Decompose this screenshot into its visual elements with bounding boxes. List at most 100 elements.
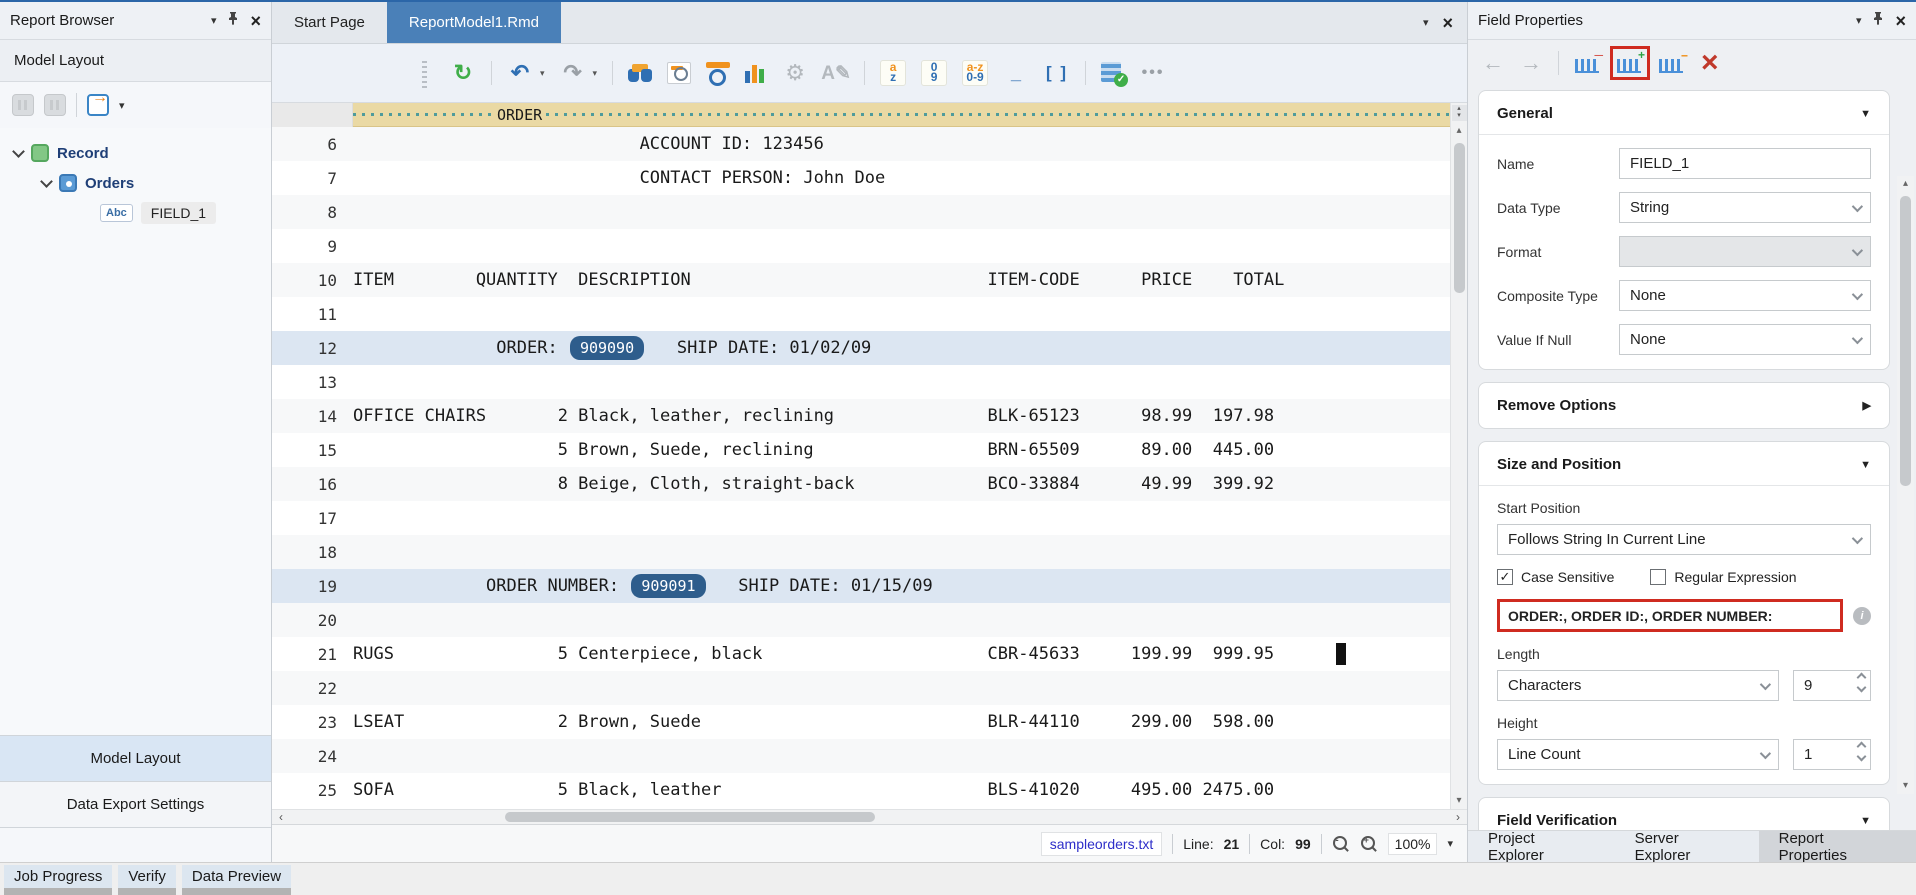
undo-icon[interactable]: ↶	[507, 60, 533, 86]
report-line[interactable]: 15 5 Brown, Suede, reclining BRN-65509 8…	[272, 433, 1450, 467]
tree-item-field1[interactable]: Abc FIELD_1	[14, 198, 271, 228]
field-verification-section[interactable]: Field Verification ▼	[1478, 797, 1890, 830]
report-line[interactable]: 18	[272, 535, 1450, 569]
report-line[interactable]: 21RUGS 5 Centerpiece, black CBR-45633 19…	[272, 637, 1450, 671]
captured-field-highlight[interactable]: 909091	[631, 574, 705, 598]
properties-scrollbar[interactable]: ▴ ▾	[1897, 176, 1914, 794]
case-sensitive-checkbox[interactable]: ✓Case Sensitive	[1497, 569, 1614, 585]
captured-field-highlight[interactable]: 909090	[570, 336, 644, 360]
report-line[interactable]: 11	[272, 297, 1450, 331]
tab-report-properties[interactable]: Report Properties	[1759, 831, 1916, 862]
report-line[interactable]: 25SOFA 5 Black, leather BLS-41020 495.00…	[272, 773, 1450, 807]
next-field-icon[interactable]: →	[1520, 50, 1542, 76]
scroll-up-icon[interactable]: ▴	[1903, 176, 1908, 192]
name-input[interactable]: FIELD_1	[1619, 148, 1871, 179]
record-label[interactable]: Record	[57, 145, 109, 162]
redo-icon[interactable]: ↷	[560, 60, 586, 86]
value-if-null-select[interactable]: None	[1619, 324, 1871, 355]
nav-data-export-button[interactable]: Data Export Settings	[0, 782, 271, 828]
delete-field-icon[interactable]: ×	[1701, 48, 1719, 78]
scroll-up-icon[interactable]: ▴	[1456, 123, 1461, 139]
zoom-in-icon[interactable]: +	[1360, 835, 1378, 853]
height-unit-select[interactable]: Line Count	[1497, 739, 1779, 770]
scroll-thumb[interactable]	[1454, 143, 1465, 293]
report-line[interactable]: 23LSEAT 2 Brown, Suede BLR-44110 299.00 …	[272, 705, 1450, 739]
more-options-icon[interactable]: •••	[1140, 60, 1166, 86]
pin-icon[interactable]	[1873, 12, 1883, 30]
tab-data-preview[interactable]: Data Preview	[182, 865, 291, 895]
report-line[interactable]: 7 CONTACT PERSON: John Doe	[272, 161, 1450, 195]
export-caret-icon[interactable]: ▾	[119, 99, 125, 112]
tab-job-progress[interactable]: Job Progress	[4, 865, 112, 895]
report-line[interactable]: 6 ACCOUNT ID: 123456	[272, 127, 1450, 161]
chevron-down-icon[interactable]	[40, 175, 53, 188]
preceding-strings-input[interactable]: ORDER:, ORDER ID:, ORDER NUMBER:	[1497, 599, 1843, 632]
scroll-thumb[interactable]	[1900, 196, 1911, 486]
refresh-icon[interactable]: ↻	[450, 60, 476, 86]
chart-icon[interactable]	[745, 63, 767, 83]
report-search-icon[interactable]	[706, 62, 730, 84]
add-template-icon[interactable]	[12, 94, 34, 116]
report-line[interactable]: 16 8 Beige, Cloth, straight-back BCO-338…	[272, 467, 1450, 501]
report-line[interactable]: 12 ORDER: 909090 SHIP DATE: 01/02/09	[272, 331, 1450, 365]
add-field-icon[interactable]: +	[1617, 53, 1643, 73]
sort-az-icon[interactable]: az	[880, 60, 906, 86]
report-line[interactable]: 9	[272, 229, 1450, 263]
scroll-down-icon[interactable]: ▾	[1903, 778, 1908, 794]
spin-down-icon[interactable]	[1857, 752, 1867, 762]
redo-caret-icon[interactable]: ▾	[593, 68, 598, 79]
document-close-icon[interactable]: ×	[1442, 14, 1453, 32]
close-icon[interactable]: ×	[1895, 12, 1906, 30]
zoom-level[interactable]: 100%	[1388, 833, 1438, 855]
collapse-section-icon[interactable]: ▼	[1860, 108, 1871, 120]
tree-item-record[interactable]: Record	[14, 138, 271, 168]
report-line[interactable]: 14OFFICE CHAIRS 2 Black, leather, reclin…	[272, 399, 1450, 433]
tab-project-explorer[interactable]: Project Explorer	[1468, 831, 1615, 862]
toolbar-drag-handle[interactable]	[422, 58, 427, 88]
template-grid-icon[interactable]	[44, 94, 66, 116]
zoom-out-icon[interactable]: -	[1332, 835, 1350, 853]
verify-table-icon[interactable]	[1101, 62, 1125, 84]
source-file-link[interactable]: sampleorders.txt	[1041, 832, 1162, 856]
export-icon[interactable]	[87, 94, 109, 116]
sort-09-icon[interactable]: 09	[921, 60, 947, 86]
horizontal-scrollbar[interactable]: ‹ ›	[272, 809, 1467, 824]
report-line[interactable]: 10ITEM QUANTITY DESCRIPTION ITEM-CODE PR…	[272, 263, 1450, 297]
report-line[interactable]: 13	[272, 365, 1450, 399]
panel-menu-caret-icon[interactable]: ▾	[1856, 14, 1862, 27]
field-properties-icon[interactable]	[667, 62, 691, 84]
info-icon[interactable]: i	[1853, 607, 1871, 625]
report-line[interactable]: 19 ORDER NUMBER: 909091 SHIP DATE: 01/15…	[272, 569, 1450, 603]
find-icon[interactable]	[628, 64, 652, 82]
undo-caret-icon[interactable]: ▾	[540, 68, 545, 79]
regular-expression-checkbox[interactable]: Regular Expression	[1650, 569, 1796, 585]
tab-verify[interactable]: Verify	[118, 865, 176, 895]
report-line[interactable]: 8	[272, 195, 1450, 229]
height-value-stepper[interactable]: 1	[1793, 739, 1871, 770]
vertical-scrollbar[interactable]: ▴ ▾	[1450, 103, 1467, 809]
field1-label[interactable]: FIELD_1	[141, 202, 216, 224]
report-line[interactable]: 20	[272, 603, 1450, 637]
zoom-caret-icon[interactable]: ▾	[1447, 837, 1453, 850]
report-line[interactable]: 24	[272, 739, 1450, 773]
orders-label[interactable]: Orders	[85, 175, 134, 192]
remove-field-icon[interactable]: ─	[1575, 53, 1601, 73]
tab-server-explorer[interactable]: Server Explorer	[1615, 831, 1759, 862]
edit-field-icon[interactable]: --	[1659, 53, 1685, 73]
collapse-section-icon[interactable]: ▼	[1860, 815, 1871, 827]
panel-menu-caret-icon[interactable]: ▾	[211, 14, 217, 27]
tab-reportmodel1[interactable]: ReportModel1.Rmd	[387, 2, 561, 43]
sort-alphanumeric-icon[interactable]: a-z0-9	[962, 60, 988, 86]
collapse-section-icon[interactable]: ▼	[1860, 459, 1871, 471]
spin-down-icon[interactable]	[1857, 683, 1867, 693]
tree-item-orders[interactable]: Orders	[14, 168, 271, 198]
close-icon[interactable]: ×	[250, 12, 261, 30]
previous-field-icon[interactable]: ←	[1482, 50, 1504, 76]
report-line[interactable]: 17	[272, 501, 1450, 535]
expand-section-icon[interactable]: ▶	[1863, 399, 1871, 412]
scroll-left-icon[interactable]: ‹	[272, 810, 290, 824]
start-position-select[interactable]: Follows String In Current Line	[1497, 524, 1871, 555]
length-value-stepper[interactable]: 9	[1793, 670, 1871, 701]
tab-start-page[interactable]: Start Page	[272, 2, 387, 43]
split-handle-icon[interactable]	[1452, 105, 1467, 121]
